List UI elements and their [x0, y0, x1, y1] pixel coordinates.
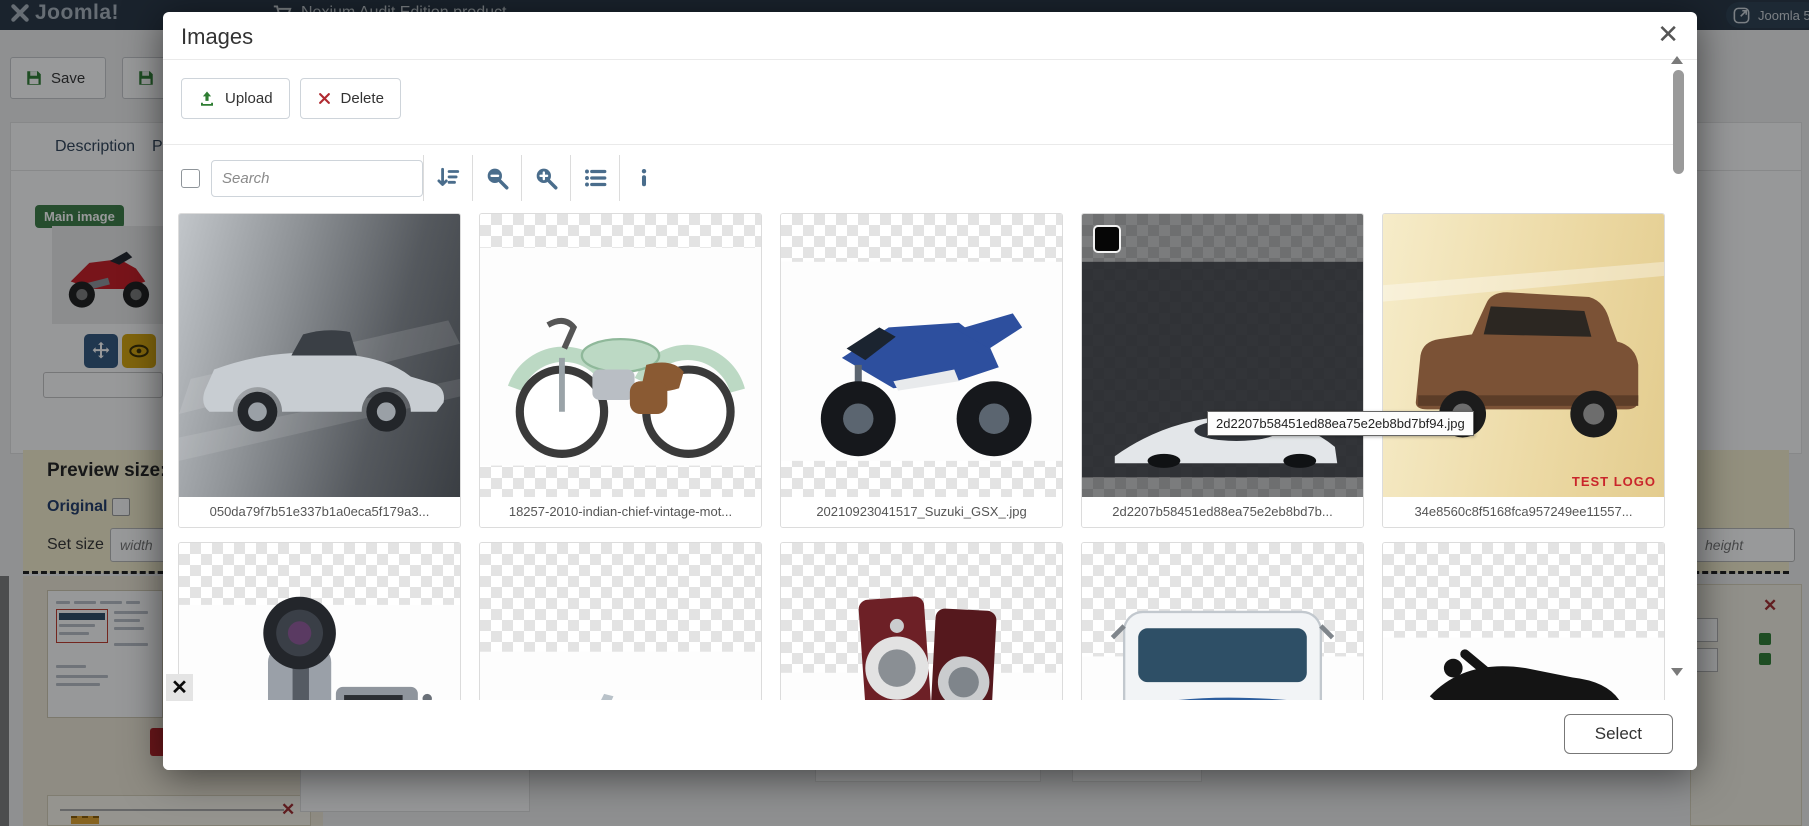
thumbnail: [179, 543, 460, 700]
thumbnail: [480, 543, 761, 700]
modal-footer: Select: [163, 700, 1697, 770]
image-tile-selected[interactable]: 2d2207b58451ed88ea75e2eb8bd7b...: [1081, 213, 1364, 528]
selected-checkbox[interactable]: [1093, 225, 1121, 253]
modal-scrollbar[interactable]: [1675, 12, 1691, 770]
silver-car-image: [179, 214, 460, 497]
image-grid: 050da79f7b51e337b1a0eca5f179a3...: [178, 213, 1665, 700]
sort-amount-down-icon: [435, 165, 461, 191]
modal-body: Upload Delete: [163, 61, 1675, 700]
zoom-out-button[interactable]: [472, 155, 521, 201]
upload-button-label: Upload: [225, 90, 273, 107]
select-all-checkbox[interactable]: [181, 169, 200, 188]
image-tile[interactable]: 18257-2010-indian-chief-vintage-mot...: [479, 213, 762, 528]
image-tile[interactable]: [479, 542, 762, 700]
scroll-down-arrow[interactable]: [1671, 668, 1683, 676]
image-filename: 20210923041517_Suzuki_GSX_.jpg: [781, 497, 1062, 527]
image-tile[interactable]: [780, 542, 1063, 700]
image-filename: 18257-2010-indian-chief-vintage-mot...: [480, 497, 761, 527]
scroll-up-arrow[interactable]: [1671, 56, 1683, 64]
thumbnail: [1082, 214, 1363, 497]
thumbnail: [1082, 543, 1363, 700]
thumbnail: [781, 543, 1062, 700]
black-motorcycle-image: [1383, 543, 1664, 700]
select-button[interactable]: Select: [1564, 714, 1673, 754]
thumbnail: [781, 214, 1062, 497]
image-tile[interactable]: 20210923041517_Suzuki_GSX_.jpg: [780, 213, 1063, 528]
zoom-out-icon: [484, 165, 510, 191]
image-tile[interactable]: TEST LOGO 34e8560c8f5168fca957249ee11557…: [1382, 213, 1665, 528]
image-tile[interactable]: [1081, 542, 1364, 700]
upload-button[interactable]: Upload: [181, 78, 290, 119]
delete-button[interactable]: Delete: [300, 78, 401, 119]
zoom-in-icon: [533, 165, 559, 191]
delete-x-icon: [317, 91, 332, 106]
image-tile[interactable]: [1382, 542, 1665, 700]
screen: Joomla! Nexium Audit Edition product Joo…: [0, 0, 1809, 826]
zoom-in-button[interactable]: [521, 155, 570, 201]
image-tile[interactable]: 050da79f7b51e337b1a0eca5f179a3...: [178, 213, 461, 528]
search-input[interactable]: [211, 160, 423, 197]
images-modal: Images ✕ Upload Delete: [163, 12, 1697, 770]
white-convertible-image: [480, 543, 761, 700]
image-filename: 2d2207b58451ed88ea75e2eb8bd7b...: [1082, 497, 1363, 527]
thumbnail: [480, 214, 761, 497]
image-tile[interactable]: [178, 542, 461, 700]
brown-suv-image: [1383, 214, 1664, 497]
camcorder-image: [179, 543, 460, 700]
mint-motorcycle-image: [480, 214, 761, 497]
modal-header: Images ✕: [163, 12, 1697, 60]
image-filename: 34e8560c8f5168fca957249ee11557...: [1383, 497, 1664, 527]
image-filename: 050da79f7b51e337b1a0eca5f179a3...: [179, 497, 460, 527]
delete-button-label: Delete: [341, 90, 384, 107]
thumbnail: [179, 214, 460, 497]
info-button[interactable]: [619, 155, 668, 201]
info-icon: [633, 167, 655, 189]
upload-icon: [198, 90, 216, 108]
modal-title: Images: [181, 24, 253, 50]
sort-button[interactable]: [423, 155, 472, 201]
joomla-x-glyph: ✕: [166, 674, 193, 701]
thumbnail: [1383, 543, 1664, 700]
list-view-icon: [582, 165, 608, 191]
blue-bus-image: [1082, 543, 1363, 700]
list-view-button[interactable]: [570, 155, 619, 201]
scrollbar-thumb[interactable]: [1673, 70, 1684, 174]
filename-tooltip: 2d2207b58451ed88ea75e2eb8bd7bf94.jpg: [1207, 411, 1474, 436]
thumbnail: TEST LOGO: [1383, 214, 1664, 497]
search-row: [163, 145, 1675, 211]
white-concept-car-image: [1082, 214, 1363, 497]
red-speakers-image: [781, 543, 1062, 700]
watermark-text: TEST LOGO: [1572, 474, 1656, 489]
blue-motorcycle-image: [781, 214, 1062, 497]
